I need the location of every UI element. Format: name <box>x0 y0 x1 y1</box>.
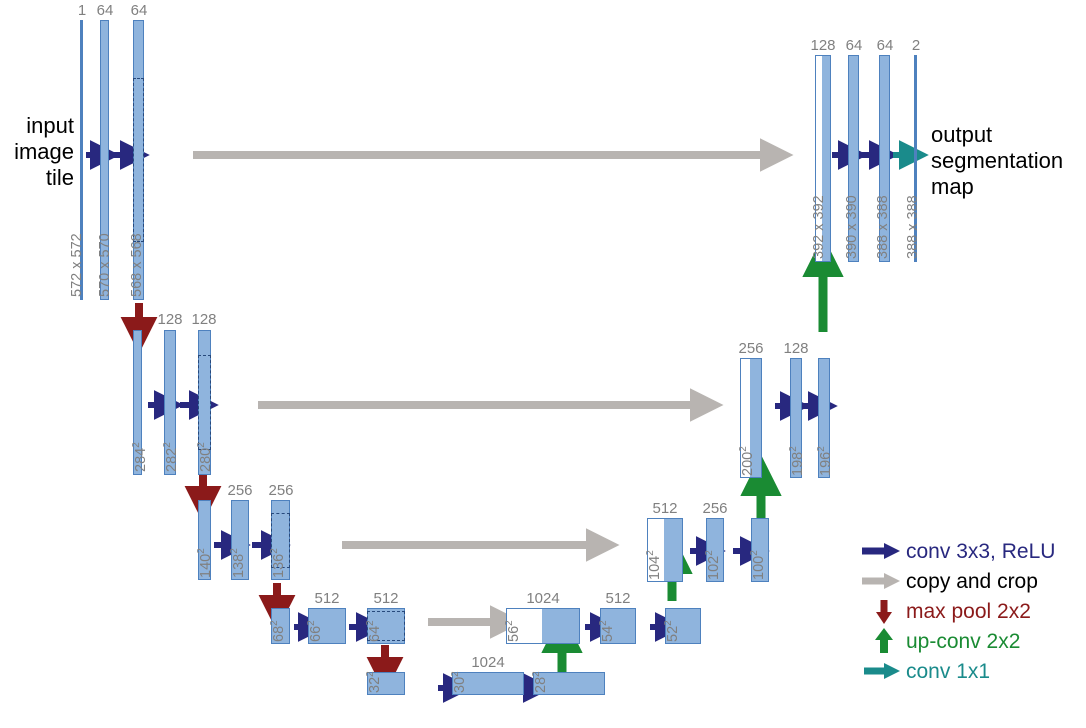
upconv-half-l4 <box>542 609 579 643</box>
size-encoder-l2-1: 2822 <box>162 442 180 472</box>
down-arrow-icon <box>860 596 904 626</box>
size-bottleneck-1: 302 <box>450 671 468 693</box>
right-arrow-icon <box>860 536 904 566</box>
input-label-line1: input <box>26 113 74 138</box>
legend-item-conv1x1: conv 1x1 <box>860 656 1055 686</box>
channels-bottleneck-1: 1024 <box>471 654 505 671</box>
legend-label-conv3x3: conv 3x3, ReLU <box>906 539 1056 563</box>
legend-label-conv1x1: conv 1x1 <box>906 659 991 683</box>
output-label-line3: map <box>931 174 974 199</box>
size-decoder-l4-1: 542 <box>598 620 616 642</box>
size-decoder-l1-0: 392 x 392 <box>811 195 827 259</box>
size-encoder-l4-2: 642 <box>365 620 383 642</box>
channels-decoder-l1-2: 64 <box>876 37 894 54</box>
channels-encoder-l4-2: 512 <box>373 590 399 607</box>
channels-encoder-l4-1: 512 <box>314 590 340 607</box>
legend-item-maxpool: max pool 2x2 <box>860 596 1055 626</box>
channels-encoder-l2-1: 128 <box>157 311 183 328</box>
size-decoder-l4-0: 562 <box>504 620 522 642</box>
size-decoder-l1-2: 388 x 388 <box>875 195 891 259</box>
channels-encoder-l3-2: 256 <box>268 482 294 499</box>
size-encoder-l1-0: 572 x 572 <box>69 233 85 297</box>
size-encoder-l2-0: 2842 <box>131 442 149 472</box>
size-bottleneck-2: 282 <box>531 671 549 693</box>
channels-decoder-l2-1: 128 <box>783 340 809 357</box>
size-decoder-l2-1: 1982 <box>788 446 806 476</box>
legend-label-upconv: up-conv 2x2 <box>906 629 1021 653</box>
channels-decoder-l1-3: 2 <box>911 37 921 54</box>
crop-region-l1 <box>133 78 144 242</box>
up-arrow-icon <box>860 626 904 656</box>
crop-region-l2 <box>198 355 211 450</box>
channels-decoder-l3-0: 512 <box>652 500 678 517</box>
channels-decoder-l1-0: 128 <box>810 37 836 54</box>
legend-item-copy-crop: copy and crop <box>860 566 1055 596</box>
size-decoder-l3-0: 1042 <box>645 550 663 580</box>
legend-item-upconv: up-conv 2x2 <box>860 626 1055 656</box>
size-encoder-l4-0: 682 <box>269 620 287 642</box>
channels-decoder-l4-1: 512 <box>605 590 631 607</box>
legend: conv 3x3, ReLU copy and crop max pool 2x… <box>860 536 1055 686</box>
output-label-line1: output <box>931 122 993 147</box>
size-decoder-l2-0: 2002 <box>738 446 756 476</box>
legend-label-copy-crop: copy and crop <box>906 569 1038 593</box>
size-bottleneck-0: 322 <box>365 671 383 693</box>
size-decoder-l2-2: 1962 <box>816 446 834 476</box>
legend-label-maxpool: max pool 2x2 <box>906 599 1031 623</box>
legend-item-conv3x3: conv 3x3, ReLU <box>860 536 1055 566</box>
size-encoder-l2-2: 2802 <box>196 442 214 472</box>
input-label-line2: image <box>14 139 74 164</box>
size-encoder-l3-2: 1362 <box>269 548 287 578</box>
size-encoder-l4-1: 662 <box>306 620 324 642</box>
channels-encoder-l1-0: 1 <box>77 2 87 19</box>
right-arrow-icon <box>860 656 904 686</box>
channels-encoder-l1-1: 64 <box>96 2 114 19</box>
input-label-line3: tile <box>45 165 74 190</box>
size-encoder-l1-1: 570 x 570 <box>97 233 113 297</box>
channels-encoder-l1-2: 64 <box>130 2 148 19</box>
channels-decoder-l2-0: 256 <box>738 340 764 357</box>
size-encoder-l3-1: 1382 <box>229 548 247 578</box>
output-label-line2: segmentation <box>931 148 1064 173</box>
size-encoder-l3-0: 1402 <box>196 548 214 578</box>
channels-decoder-l1-1: 64 <box>845 37 863 54</box>
size-decoder-l1-3: 388 x 388 <box>905 195 921 259</box>
channels-decoder-l4-0: 1024 <box>526 590 560 607</box>
unet-diagram: 1 572 x 572 64 570 x 570 64 568 x 568 in… <box>0 0 1086 728</box>
size-decoder-l3-1: 1022 <box>704 550 722 580</box>
size-decoder-l1-1: 390 x 390 <box>844 195 860 259</box>
channels-encoder-l3-1: 256 <box>227 482 253 499</box>
right-arrow-icon <box>860 566 904 596</box>
size-decoder-l4-2: 522 <box>663 620 681 642</box>
upconv-half-l3 <box>664 519 682 581</box>
size-decoder-l3-2: 1002 <box>749 550 767 580</box>
channels-encoder-l2-2: 128 <box>191 311 217 328</box>
size-encoder-l1-2: 568 x 568 <box>129 233 145 297</box>
channels-decoder-l3-1: 256 <box>702 500 728 517</box>
